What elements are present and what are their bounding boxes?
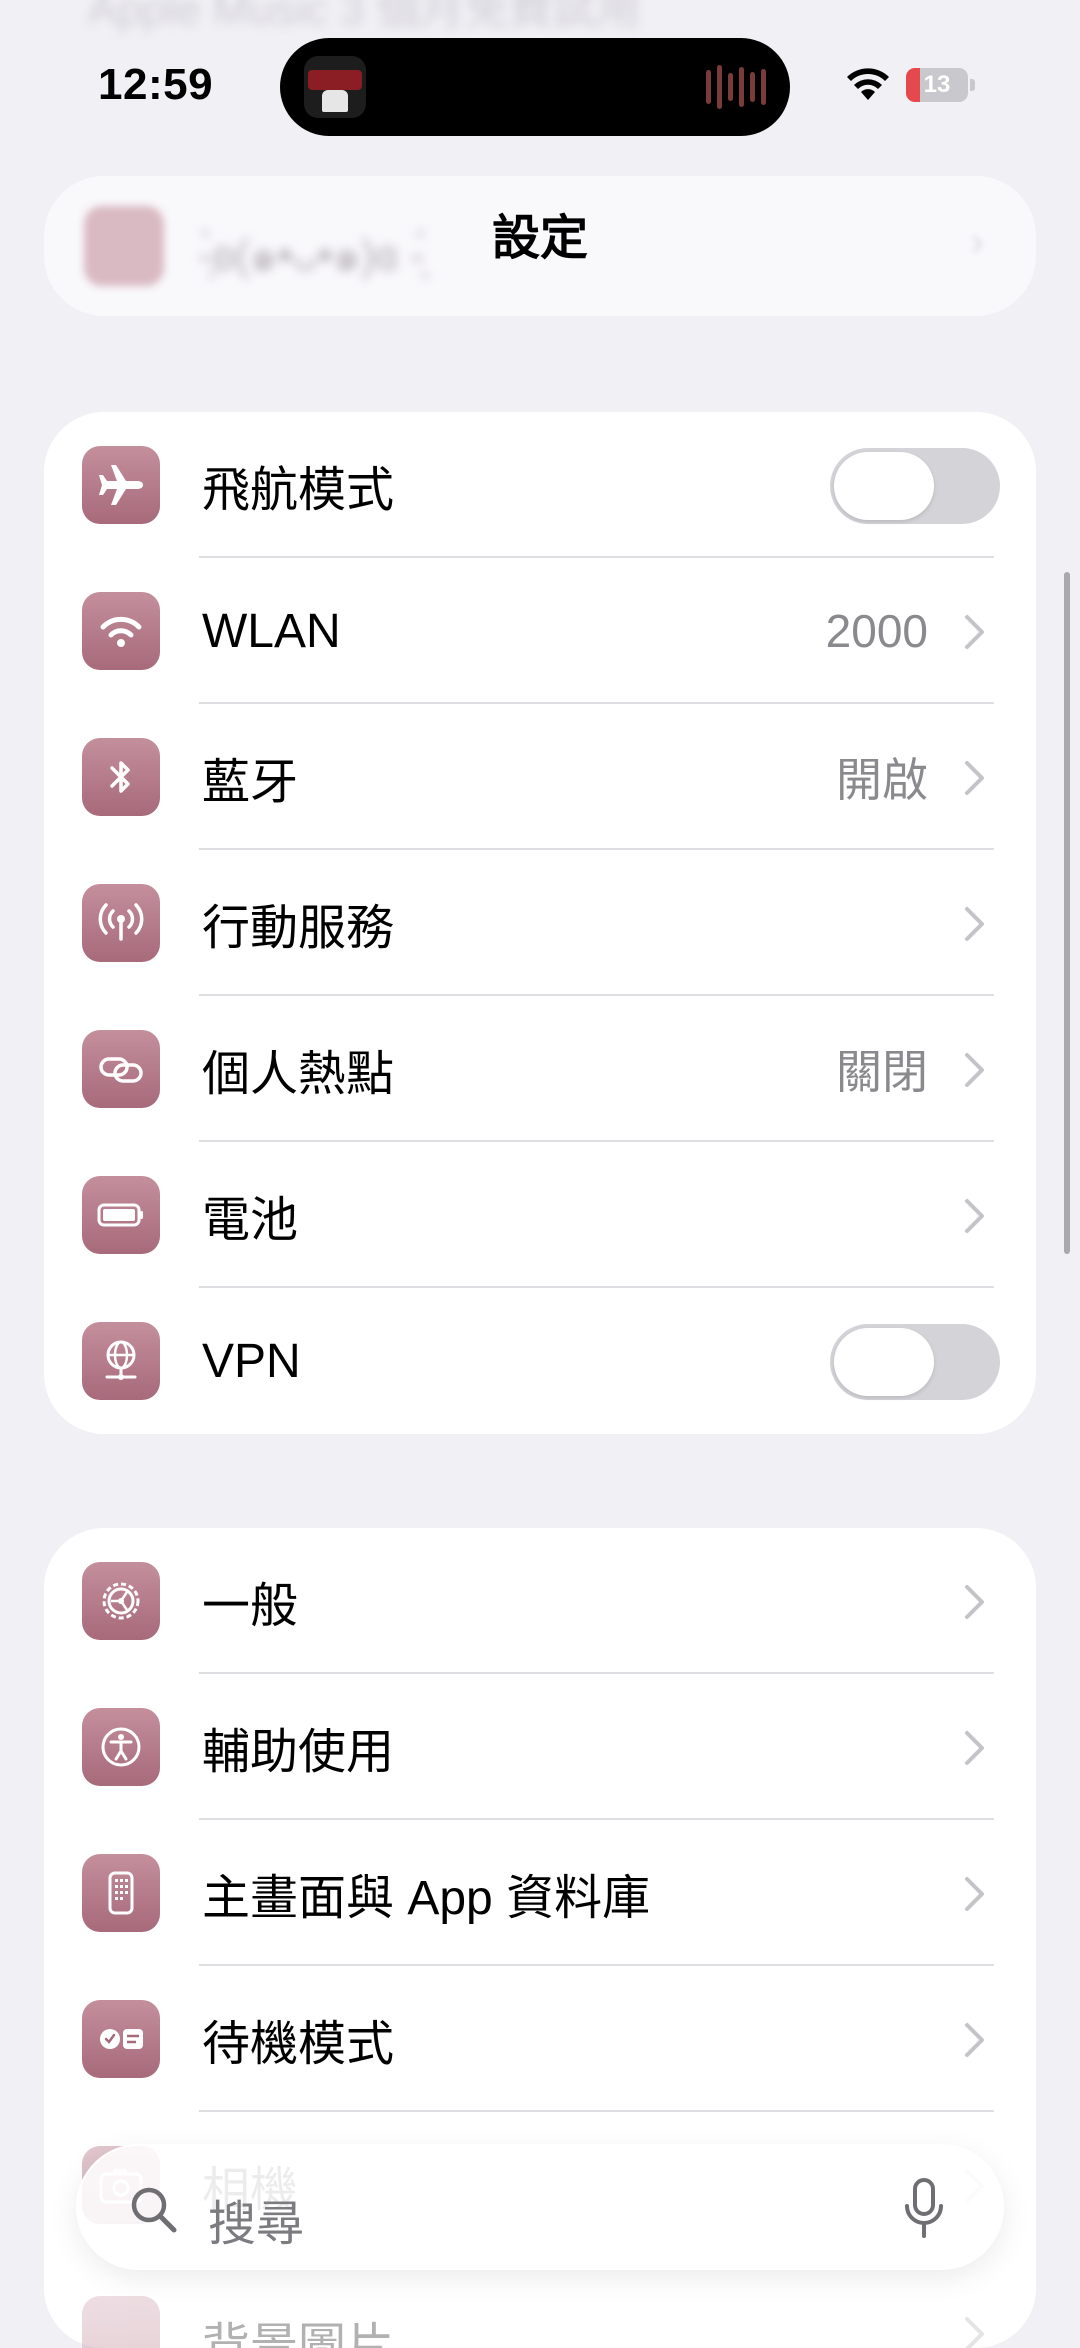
vpn-globe-icon — [82, 1322, 160, 1400]
antenna-icon — [82, 884, 160, 962]
row-label: 藍牙 — [202, 756, 299, 809]
wifi-icon — [82, 592, 160, 670]
row-label: 一般 — [202, 1580, 299, 1633]
chevron-right-icon — [965, 1199, 984, 1233]
airplane-toggle[interactable] — [830, 448, 1000, 524]
row-label: WLAN — [202, 604, 341, 658]
chevron-right-icon — [965, 615, 984, 649]
settings-row-vpn[interactable]: VPN — [44, 1288, 1036, 1434]
chevron-right-icon — [965, 2317, 984, 2348]
microphone-icon[interactable] — [902, 2178, 946, 2240]
home-screen-icon — [82, 1854, 160, 1932]
settings-row-battery[interactable]: 電池 — [44, 1142, 1036, 1288]
chevron-right-icon — [965, 1053, 984, 1087]
settings-row-standby[interactable]: 待機模式 — [44, 1966, 1036, 2112]
search-placeholder: 搜尋 — [208, 2198, 305, 2251]
vpn-toggle[interactable] — [830, 1324, 1000, 1400]
status-time: 12:59 — [98, 60, 214, 109]
battery-nub — [970, 79, 975, 91]
now-playing-artwork — [304, 56, 366, 118]
row-label: 背景圖片 — [202, 2320, 395, 2348]
chevron-right-icon — [965, 1585, 984, 1619]
audio-waveform-icon — [706, 64, 766, 110]
settings-row-general[interactable]: 一般 — [44, 1528, 1036, 1674]
connectivity-group: 飛航模式 WLAN 2000 藍牙 開啟 行動服務 個人熱點 關閉 電池 VPN — [44, 412, 1036, 1434]
dynamic-island[interactable] — [280, 38, 790, 136]
settings-row-hotspot[interactable]: 個人熱點 關閉 — [44, 996, 1036, 1142]
chevron-right-icon — [965, 1731, 984, 1765]
chevron-right-icon — [965, 2023, 984, 2057]
row-label: 行動服務 — [202, 902, 395, 955]
settings-row-wallpaper[interactable]: 背景圖片 — [44, 2276, 1036, 2348]
row-value: 開啟 — [836, 754, 928, 806]
settings-row-airplane[interactable]: 飛航模式 — [44, 412, 1036, 558]
standby-icon — [82, 2000, 160, 2078]
row-label: 飛航模式 — [202, 464, 395, 517]
battery-icon — [82, 1176, 160, 1254]
row-label: 電池 — [202, 1194, 299, 1247]
page-title: 設定 — [491, 212, 588, 265]
flower-icon — [82, 2296, 160, 2348]
row-label: 個人熱點 — [202, 1048, 395, 1101]
airplane-icon — [82, 446, 160, 524]
chevron-right-icon — [965, 761, 984, 795]
settings-row-cellular[interactable]: 行動服務 — [44, 850, 1036, 996]
chevron-right-icon — [965, 907, 984, 941]
settings-row-bluetooth[interactable]: 藍牙 開啟 — [44, 704, 1036, 850]
battery-status-icon: 13 — [906, 68, 968, 102]
scrollbar[interactable] — [1064, 572, 1070, 1254]
gear-icon — [82, 1562, 160, 1640]
bluetooth-icon — [82, 738, 160, 816]
search-icon — [131, 2187, 177, 2233]
chevron-right-icon — [965, 1877, 984, 1911]
hotspot-link-icon — [82, 1030, 160, 1108]
battery-level: 13 — [923, 71, 951, 98]
settings-row-home-screen[interactable]: 主畫面與 App 資料庫 — [44, 1820, 1036, 1966]
row-label: VPN — [202, 1334, 301, 1388]
row-label: 待機模式 — [202, 2018, 395, 2071]
wifi-status-icon — [847, 68, 889, 100]
accessibility-icon — [82, 1708, 160, 1786]
row-label: 輔助使用 — [202, 1726, 395, 1779]
row-label: 主畫面與 App 資料庫 — [202, 1872, 651, 1925]
settings-row-accessibility[interactable]: 輔助使用 — [44, 1674, 1036, 1820]
row-value: 2000 — [825, 605, 928, 657]
settings-row-wlan[interactable]: WLAN 2000 — [44, 558, 1036, 704]
search-bar[interactable]: 搜尋 — [76, 2144, 1004, 2270]
status-bar: 12:59 13 — [0, 0, 1080, 170]
row-value: 關閉 — [836, 1046, 928, 1098]
